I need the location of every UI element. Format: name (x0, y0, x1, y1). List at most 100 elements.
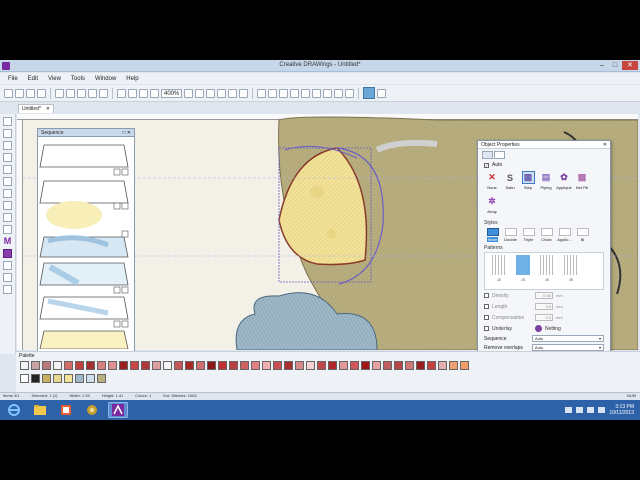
color-swatch[interactable] (460, 361, 469, 370)
eraser-tool-icon[interactable] (3, 189, 12, 198)
sequence-thumbnails[interactable] (38, 137, 134, 349)
paint-tool-icon[interactable] (3, 213, 12, 222)
order-back-icon[interactable] (345, 88, 355, 98)
keyboard-icon[interactable] (565, 407, 573, 413)
underlay-checkbox[interactable] (484, 326, 489, 331)
cut-icon[interactable] (55, 88, 64, 98)
density-checkbox[interactable] (484, 293, 489, 298)
minimize-button[interactable]: – (596, 61, 608, 70)
color-swatch[interactable] (86, 361, 95, 370)
document-tab-close-icon[interactable]: ✕ (46, 106, 50, 112)
color-swatch[interactable] (394, 361, 403, 370)
sequence-select[interactable]: Auto ▾ (532, 335, 604, 342)
remove-overlaps-select[interactable]: Auto ▾ (532, 344, 604, 351)
edit-points-icon[interactable] (363, 87, 376, 99)
color-swatch[interactable] (64, 374, 73, 383)
zoom-tool-icon[interactable] (3, 141, 12, 150)
color-swatch[interactable] (20, 374, 29, 383)
color-swatch[interactable] (53, 361, 62, 370)
stitch-type-applique[interactable]: ✿ Appliqué (556, 171, 572, 193)
open-icon[interactable] (15, 88, 24, 98)
close-button[interactable]: ✕ (622, 61, 638, 70)
style-bl[interactable]: Bl (574, 228, 591, 243)
align-center-icon[interactable] (268, 88, 278, 98)
color-swatch[interactable] (174, 361, 183, 370)
crop-tool-icon[interactable] (3, 285, 12, 294)
length-checkbox[interactable] (484, 304, 489, 309)
menu-file[interactable]: File (8, 76, 18, 82)
color-swatch[interactable] (251, 361, 260, 370)
color-swatch[interactable] (75, 374, 84, 383)
shape-tool-icon[interactable] (3, 261, 12, 270)
color-swatch[interactable] (339, 361, 348, 370)
color-swatch[interactable] (229, 361, 238, 370)
color-swatch[interactable] (416, 361, 425, 370)
color-swatch[interactable] (75, 361, 84, 370)
order-front-icon[interactable] (334, 88, 344, 98)
align-middle-icon[interactable] (301, 88, 311, 98)
color-swatch[interactable] (20, 361, 29, 370)
monogram-tool-icon[interactable]: M (3, 237, 12, 246)
color-swatch[interactable] (31, 374, 40, 383)
pattern-3[interactable]: /3 (515, 255, 531, 287)
compensation-input[interactable]: 0.3 (535, 314, 553, 321)
paste-icon[interactable] (77, 88, 86, 98)
save-icon[interactable] (26, 88, 35, 98)
copy-icon[interactable] (66, 88, 75, 98)
sequence-panel-controls[interactable]: □ ✕ (122, 130, 131, 136)
color-swatch[interactable] (372, 361, 381, 370)
density-input[interactable]: 0.40 (535, 292, 553, 299)
style-triple[interactable]: Triple (520, 228, 537, 243)
align-right-icon[interactable] (279, 88, 289, 98)
menu-help[interactable]: Help (126, 76, 138, 82)
color-swatch[interactable] (152, 361, 161, 370)
color-swatch[interactable] (42, 361, 51, 370)
color-swatch[interactable] (350, 361, 359, 370)
menu-view[interactable]: View (48, 76, 61, 82)
color-swatch[interactable] (405, 361, 414, 370)
grid-icon[interactable] (117, 88, 126, 98)
volume-icon[interactable] (598, 407, 606, 413)
color-swatch[interactable] (64, 361, 73, 370)
pen-tool-icon[interactable] (3, 165, 12, 174)
color-swatch[interactable] (361, 361, 370, 370)
menu-tools[interactable]: Tools (71, 76, 85, 82)
clock[interactable]: 3:13 PM 10/11/2013 (609, 404, 634, 416)
zoom-out-icon[interactable] (184, 88, 194, 98)
3d-view-icon[interactable] (139, 88, 148, 98)
length-input[interactable]: 3.0 (535, 303, 553, 310)
knife-tool-icon[interactable] (3, 201, 12, 210)
color-swatch[interactable] (163, 361, 172, 370)
stitch-type-step[interactable]: ▦ Step (520, 171, 536, 193)
flag-icon[interactable] (576, 407, 584, 413)
color-swatch[interactable] (262, 361, 271, 370)
zoom-in-icon[interactable] (150, 88, 159, 98)
color-swatch[interactable] (31, 361, 40, 370)
thread-app-icon[interactable] (82, 402, 102, 418)
network-icon[interactable] (587, 407, 595, 413)
zoom-level-select[interactable]: 400% (161, 88, 183, 98)
properties-icon[interactable] (377, 88, 387, 98)
node-tool-icon[interactable] (3, 129, 12, 138)
stitch-type-none[interactable]: ✕ None (484, 171, 500, 193)
compensation-checkbox[interactable] (484, 315, 489, 320)
color-swatch[interactable] (53, 374, 62, 383)
underlay-value[interactable]: Netting (545, 326, 561, 332)
pan-icon[interactable] (206, 88, 216, 98)
color-swatch[interactable] (119, 361, 128, 370)
color-swatch[interactable] (97, 374, 106, 383)
color-swatch[interactable] (240, 361, 249, 370)
color-swatch[interactable] (284, 361, 293, 370)
tab-outline[interactable] (494, 151, 505, 159)
file-explorer-icon[interactable] (30, 402, 50, 418)
mirror-icon[interactable] (228, 88, 238, 98)
align-bottom-icon[interactable] (312, 88, 322, 98)
color-swatch[interactable] (273, 361, 282, 370)
tab-embroidery[interactable] (482, 151, 493, 159)
stitch-type-array[interactable]: ✲ Array (484, 195, 500, 217)
hoop-icon[interactable] (128, 88, 137, 98)
stitch-type-satin[interactable]: S Satin (502, 171, 518, 193)
pattern-5[interactable]: /5 (563, 255, 579, 287)
pencil-tool-icon[interactable] (3, 153, 12, 162)
group-icon[interactable] (239, 88, 249, 98)
